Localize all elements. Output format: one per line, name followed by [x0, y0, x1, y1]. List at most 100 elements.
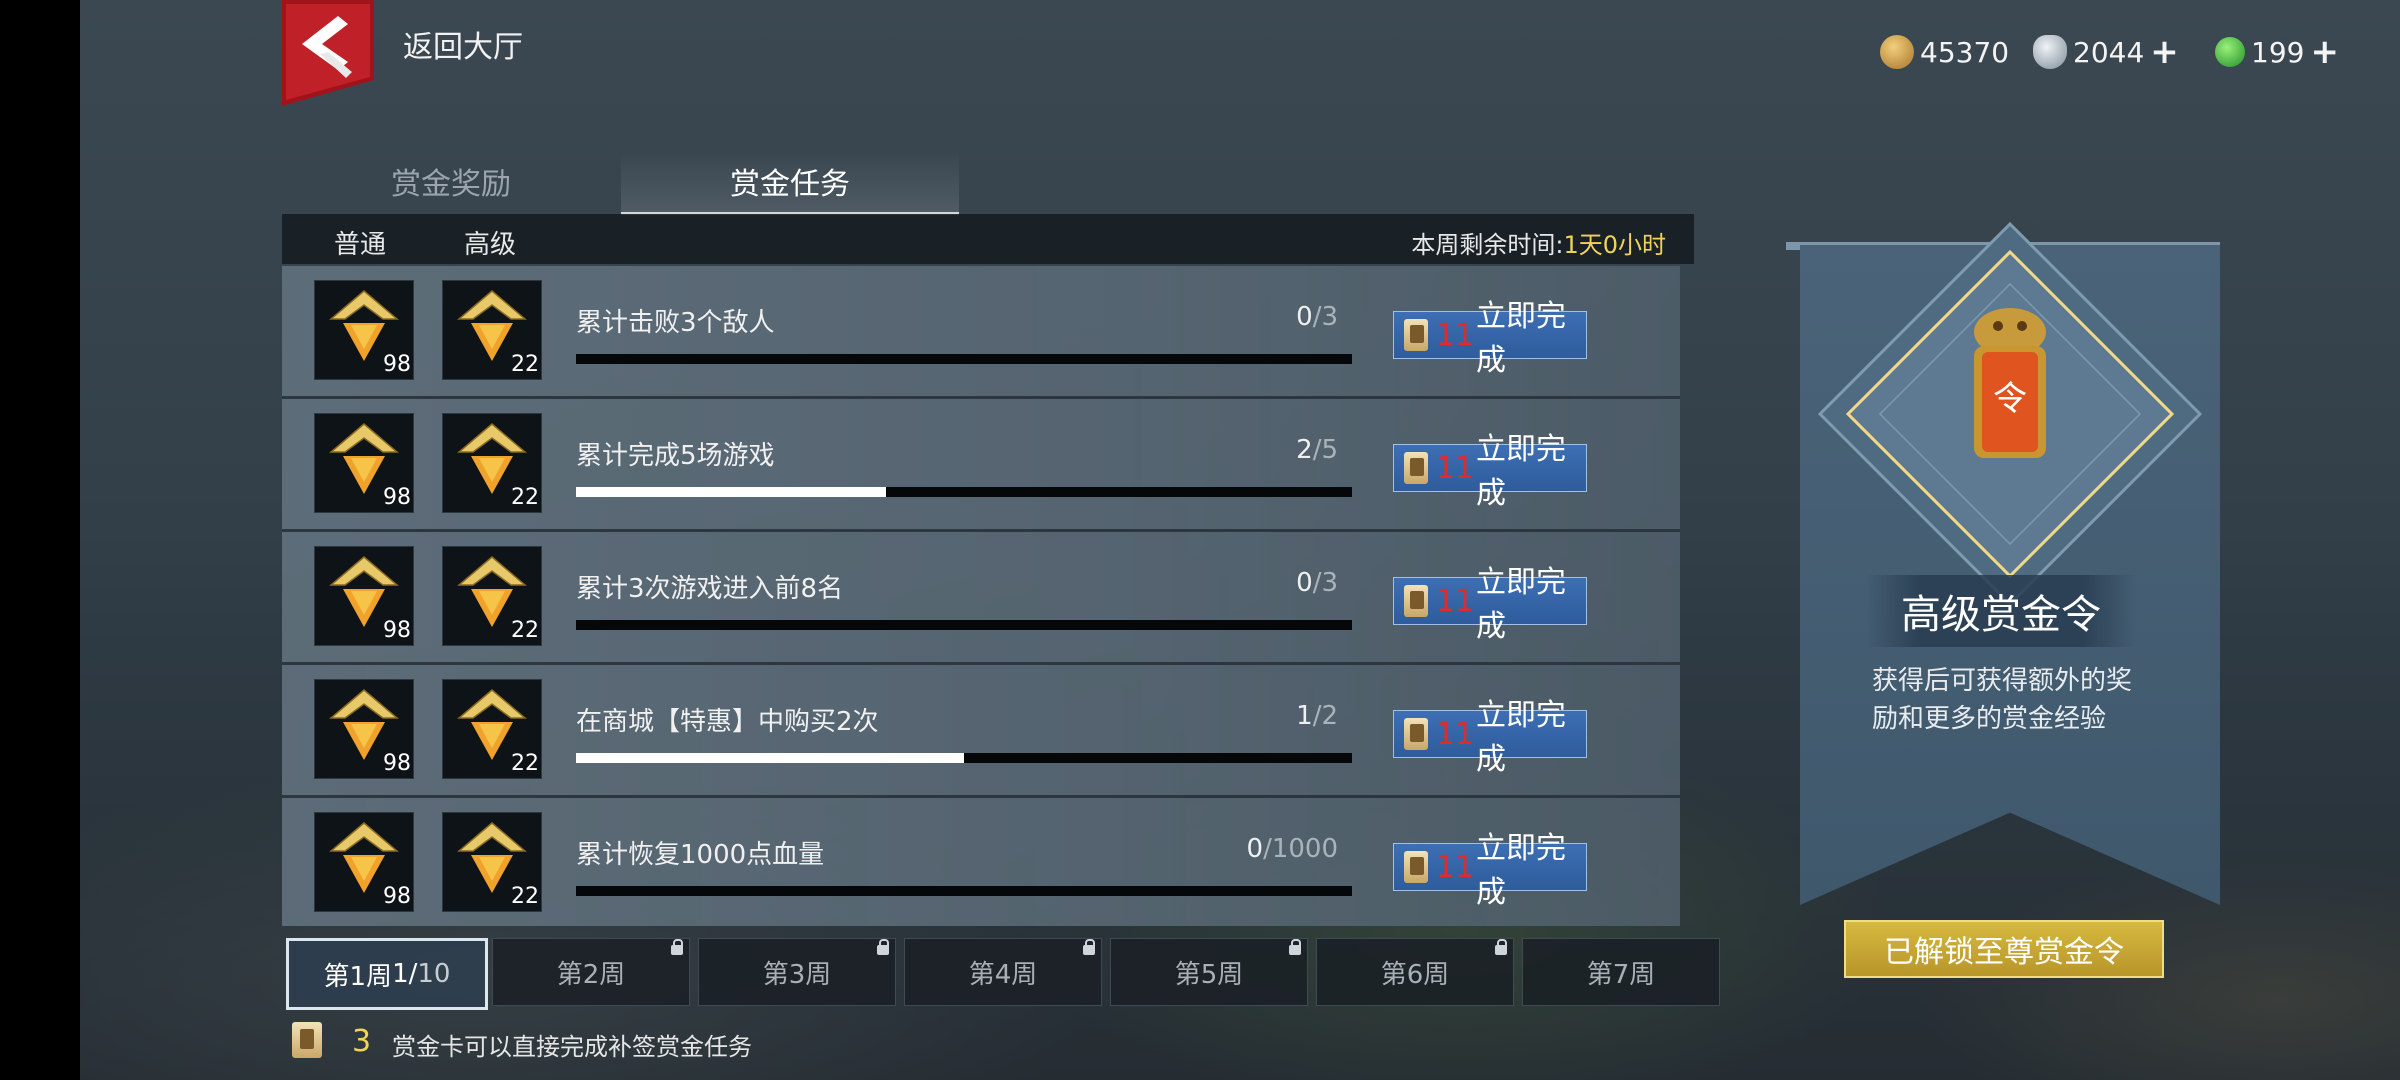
- task-title: 累计击败3个敌人: [576, 308, 775, 338]
- bounty-card-icon: [1404, 718, 1428, 750]
- week-tab-1[interactable]: 第1周 1/10: [286, 938, 488, 1010]
- week-tab-6[interactable]: 第6周: [1316, 938, 1514, 1006]
- lock-icon: [1495, 939, 1507, 955]
- reward-normal-amount: 98: [383, 485, 411, 510]
- task-row: 98 22 累计3次游戏进入前8名 0/3 11 立即完成: [282, 532, 1680, 665]
- currency-silver: 2044 +: [2033, 30, 2179, 74]
- task-progress-bar: [576, 886, 1352, 896]
- column-advanced: 高级: [464, 230, 517, 260]
- task-progress-total: /3: [1312, 568, 1338, 598]
- week-label: 第1周: [323, 961, 393, 992]
- task-progress-done: 1: [1296, 701, 1313, 731]
- week-tab-3[interactable]: 第3周: [698, 938, 896, 1006]
- task-title: 累计3次游戏进入前8名: [576, 574, 844, 604]
- task-progress-text: 0/3: [1138, 302, 1338, 332]
- complete-now-label: 立即完成: [1476, 299, 1567, 378]
- task-progress-text: 0/3: [1138, 568, 1338, 598]
- week-label: 第4周: [968, 959, 1038, 990]
- bounty-card-icon: [1404, 319, 1428, 351]
- copper-coin-icon: [1880, 35, 1914, 69]
- task-row: 98 22 累计完成5场游戏 2/5 11 立即完成: [282, 399, 1680, 532]
- screen-edge: [0, 0, 80, 1080]
- reward-advanced: 22: [442, 280, 542, 380]
- task-list[interactable]: 98 22 累计击败3个敌人 0/3 11 立即完成 98 22 累计完成5场游戏 2/5 11 立即…: [282, 266, 1680, 926]
- lock-icon: [877, 939, 889, 955]
- reward-normal-amount: 98: [383, 352, 411, 377]
- premium-token-emblem: 令: [1817, 221, 2203, 607]
- complete-now-button[interactable]: 11 立即完成: [1393, 698, 1587, 777]
- task-progress-total: /3: [1312, 302, 1338, 332]
- add-jade-button[interactable]: +: [2310, 35, 2339, 69]
- back-button[interactable]: [282, 0, 374, 106]
- reward-normal: 98: [314, 280, 414, 380]
- complete-now-button[interactable]: 11 立即完成: [1393, 432, 1587, 511]
- reward-normal-amount: 98: [383, 618, 411, 643]
- token-char: 令: [1993, 379, 2027, 419]
- complete-now-button[interactable]: 11 立即完成: [1393, 565, 1587, 644]
- reward-advanced-amount: 22: [511, 352, 539, 377]
- week-label: 第2周: [556, 959, 626, 990]
- premium-title: 高级赏金令: [1866, 575, 2136, 647]
- silver-ingot-icon: [2033, 35, 2067, 69]
- currency-jade: 199 +: [2215, 30, 2339, 74]
- remaining-time-value: 1天0小时: [1563, 231, 1666, 259]
- reward-normal-amount: 98: [383, 884, 411, 909]
- bounty-card-icon: [292, 1022, 322, 1058]
- week-tab-5[interactable]: 第5周: [1110, 938, 1308, 1006]
- complete-cost: 11: [1435, 716, 1475, 752]
- task-progress-total: /2: [1312, 701, 1338, 731]
- remaining-time-label: 本周剩余时间:: [1411, 231, 1564, 259]
- task-progress-bar: [576, 487, 1352, 497]
- week-tab-7[interactable]: 第7周: [1522, 938, 1720, 1006]
- week-tab-2[interactable]: 第2周: [492, 938, 690, 1006]
- tab-bounty-rewards[interactable]: 赏金奖励: [282, 150, 620, 212]
- task-row: 98 22 累计击败3个敌人 0/3 11 立即完成: [282, 266, 1680, 399]
- complete-cost: 11: [1435, 849, 1475, 885]
- column-normal: 普通: [334, 230, 387, 260]
- task-progress-total: /5: [1312, 435, 1338, 465]
- reward-advanced: 22: [442, 679, 542, 779]
- complete-now-button[interactable]: 11 立即完成: [1393, 831, 1587, 910]
- reward-advanced-amount: 22: [511, 884, 539, 909]
- lock-icon: [1083, 939, 1095, 955]
- currency-copper: 45370: [1880, 30, 2009, 74]
- reward-normal: 98: [314, 413, 414, 513]
- lock-icon: [671, 939, 683, 955]
- week-tab-4[interactable]: 第4周: [904, 938, 1102, 1006]
- complete-now-label: 立即完成: [1476, 831, 1567, 910]
- task-progress-text: 2/5: [1138, 435, 1338, 465]
- task-progress-total: /1000: [1263, 834, 1338, 864]
- back-label: 返回大厅: [403, 30, 523, 65]
- unlock-premium-button[interactable]: 已解锁至尊赏金令: [1844, 920, 2164, 978]
- complete-cost: 11: [1435, 450, 1475, 486]
- task-progress-fill: [576, 753, 964, 763]
- task-progress-bar: [576, 753, 1352, 763]
- complete-now-label: 立即完成: [1476, 565, 1567, 644]
- task-title: 累计完成5场游戏: [576, 441, 775, 471]
- bounty-card-hint: 赏金卡可以直接完成补签赏金任务: [392, 1033, 752, 1061]
- bounty-card-icon: [1404, 452, 1428, 484]
- currency-silver-value: 2044: [2073, 35, 2145, 69]
- task-progress-bar: [576, 620, 1352, 630]
- reward-normal: 98: [314, 812, 414, 912]
- bounty-card-icon: [1404, 851, 1428, 883]
- reward-advanced: 22: [442, 413, 542, 513]
- back-arrow-icon: [282, 0, 374, 106]
- remaining-time: 本周剩余时间:1天0小时: [1411, 225, 1666, 260]
- week-label: 第3周: [762, 959, 832, 990]
- complete-now-button[interactable]: 11 立即完成: [1393, 299, 1587, 378]
- task-progress-fill: [576, 487, 887, 497]
- task-progress-done: 0: [1296, 302, 1313, 332]
- week-label: 第7周: [1586, 959, 1656, 990]
- week-progress-total: 10: [417, 959, 451, 989]
- reward-normal: 98: [314, 679, 414, 779]
- task-row: 98 22 累计恢复1000点血量 0/1000 11 立即完成: [282, 798, 1680, 926]
- tab-bounty-tasks[interactable]: 赏金任务: [621, 150, 959, 215]
- reward-advanced-amount: 22: [511, 485, 539, 510]
- task-progress-done: 0: [1246, 834, 1264, 864]
- task-progress-text: 0/1000: [1138, 834, 1338, 864]
- task-row: 98 22 在商城【特惠】中购买2次 1/2 11 立即完成: [282, 665, 1680, 798]
- task-title: 累计恢复1000点血量: [576, 840, 825, 870]
- task-title: 在商城【特惠】中购买2次: [576, 707, 879, 737]
- add-silver-button[interactable]: +: [2150, 35, 2179, 69]
